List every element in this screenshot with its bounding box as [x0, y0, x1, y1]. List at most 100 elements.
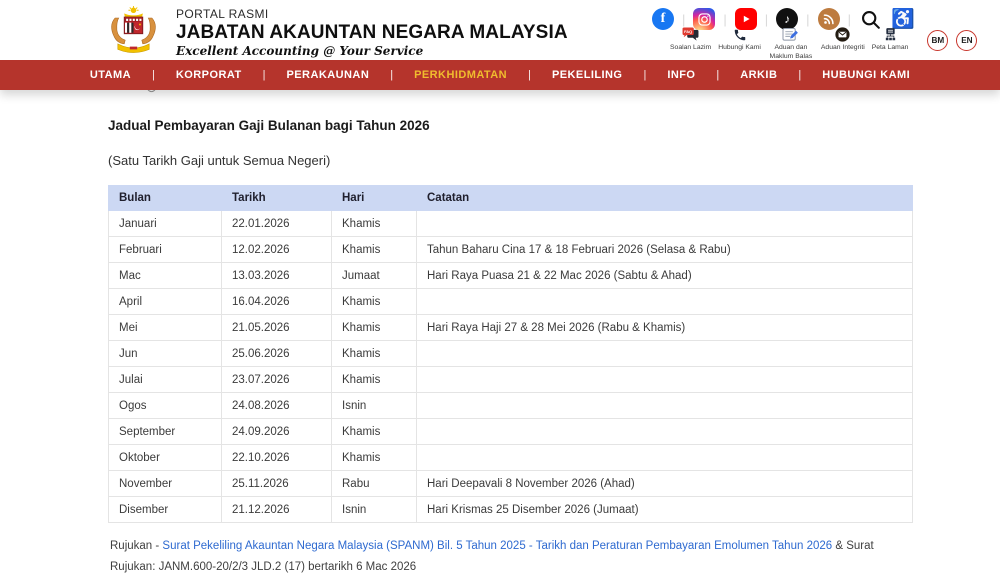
quick-link-peta-laman[interactable]: Peta Laman: [872, 27, 909, 53]
table-cell: [417, 419, 913, 445]
table-row: Disember21.12.2026IsninHari Krismas 25 D…: [109, 497, 913, 523]
table-row: Ogos24.08.2026Isnin: [109, 393, 913, 419]
table-cell: Tahun Baharu Cina 17 & 18 Februari 2026 …: [417, 237, 913, 263]
salary-schedule-table: BulanTarikhHariCatatan Januari22.01.2026…: [108, 185, 913, 523]
table-cell: Januari: [109, 211, 222, 237]
table-cell: Rabu: [332, 471, 417, 497]
table-cell: 23.07.2026: [222, 367, 332, 393]
table-cell: [417, 211, 913, 237]
table-cell: [417, 393, 913, 419]
nav-item-korporat[interactable]: KORPORAT: [155, 69, 263, 81]
table-cell: 16.04.2026: [222, 289, 332, 315]
nav-item-perkhidmatan[interactable]: PERKHIDMATAN: [393, 69, 528, 81]
quick-link-label: Peta Laman: [872, 44, 909, 53]
table-cell: Ogos: [109, 393, 222, 419]
table-cell: Khamis: [332, 419, 417, 445]
sitemap-icon: [883, 27, 898, 42]
brand-block: PORTAL RASMI JABATAN AKAUNTAN NEGARA MAL…: [176, 7, 568, 58]
table-header-bulan: Bulan: [109, 186, 222, 211]
separator: |: [848, 12, 851, 27]
table-cell: 22.01.2026: [222, 211, 332, 237]
table-cell: Khamis: [332, 289, 417, 315]
table-cell: Februari: [109, 237, 222, 263]
table-cell: Julai: [109, 367, 222, 393]
nav-item-arkib[interactable]: ARKIB: [719, 69, 798, 81]
table-cell: Khamis: [332, 211, 417, 237]
table-row: November25.11.2026RabuHari Deepavali 8 N…: [109, 471, 913, 497]
quick-link-soalan-lazim[interactable]: FAQ Soalan Lazim: [670, 27, 711, 53]
table-cell: Khamis: [332, 237, 417, 263]
main-nav: UTAMA|KORPORAT|PERAKAUNAN|PERKHIDMATAN|P…: [0, 60, 1000, 90]
quick-link-aduan-integriti[interactable]: Aduan Integriti: [821, 27, 865, 53]
svg-text:FAQ: FAQ: [684, 29, 692, 34]
quick-link-aduan-dan-maklum-balas[interactable]: Aduan dan Maklum Balas: [768, 27, 814, 62]
table-row: April16.04.2026Khamis: [109, 289, 913, 315]
table-header-row: BulanTarikhHariCatatan: [109, 186, 913, 211]
jata-negara-logo: [105, 6, 162, 54]
table-cell: Mei: [109, 315, 222, 341]
table-row: Februari12.02.2026KhamisTahun Baharu Cin…: [109, 237, 913, 263]
phone-icon: [733, 27, 747, 42]
table-cell: Khamis: [332, 445, 417, 471]
separator: |: [682, 12, 685, 27]
reference-note: Rujukan - Surat Pekeliling Akauntan Nega…: [108, 536, 913, 579]
table-cell: [417, 341, 913, 367]
table-row: Mac13.03.2026JumaatHari Raya Puasa 21 & …: [109, 263, 913, 289]
table-cell: Jun: [109, 341, 222, 367]
language-switcher: BM EN: [927, 30, 977, 51]
table-header-hari: Hari: [332, 186, 417, 211]
table-cell: Khamis: [332, 341, 417, 367]
table-cell: November: [109, 471, 222, 497]
table-cell: Jumaat: [332, 263, 417, 289]
table-cell: 25.11.2026: [222, 471, 332, 497]
table-cell: 13.03.2026: [222, 263, 332, 289]
quick-link-label: Hubungi Kami: [718, 44, 761, 53]
table-row: September24.09.2026Khamis: [109, 419, 913, 445]
table-cell: [417, 367, 913, 393]
quick-link-label: Soalan Lazim: [670, 44, 711, 53]
table-cell: 22.10.2026: [222, 445, 332, 471]
table-cell: Hari Raya Haji 27 & 28 Mei 2026 (Rabu & …: [417, 315, 913, 341]
table-cell: April: [109, 289, 222, 315]
table-cell: September: [109, 419, 222, 445]
table-cell: [417, 445, 913, 471]
table-cell: [417, 289, 913, 315]
table-cell: Disember: [109, 497, 222, 523]
nav-item-pekeliling[interactable]: PEKELILING: [531, 69, 644, 81]
spanm-circular-link[interactable]: Surat Pekeliling Akauntan Negara Malaysi…: [162, 540, 832, 552]
table-cell: Khamis: [332, 315, 417, 341]
portal-label: PORTAL RASMI: [176, 7, 568, 21]
nav-item-hubungi-kami[interactable]: HUBUNGI KAMI: [801, 69, 931, 81]
nav-item-perakaunan[interactable]: PERAKAUNAN: [265, 69, 390, 81]
table-cell: 25.06.2026: [222, 341, 332, 367]
separator: |: [806, 12, 809, 27]
separator: |: [765, 12, 768, 27]
table-cell: 24.09.2026: [222, 419, 332, 445]
table-cell: Hari Krismas 25 Disember 2026 (Jumaat): [417, 497, 913, 523]
table-cell: Khamis: [332, 367, 417, 393]
site-tagline: Excellent Accounting @ Your Service: [176, 44, 568, 58]
quick-link-hubungi-kami[interactable]: Hubungi Kami: [718, 27, 761, 53]
table-row: Januari22.01.2026Khamis: [109, 211, 913, 237]
table-row: Oktober22.10.2026Khamis: [109, 445, 913, 471]
table-header-tarikh: Tarikh: [222, 186, 332, 211]
faq-icon: FAQ: [682, 27, 699, 42]
nav-item-info[interactable]: INFO: [646, 69, 716, 81]
page-title: Jadual Pembayaran Gaji Bulanan bagi Tahu…: [108, 118, 913, 133]
table-header-catatan: Catatan: [417, 186, 913, 211]
nav-item-utama[interactable]: UTAMA: [69, 69, 152, 81]
feedback-form-icon: [782, 27, 799, 42]
lang-bm-button[interactable]: BM: [927, 30, 948, 51]
site-header: PORTAL RASMI JABATAN AKAUNTAN NEGARA MAL…: [0, 0, 1000, 60]
quick-link-label: Aduan Integriti: [821, 44, 865, 53]
table-cell: Mac: [109, 263, 222, 289]
lang-en-button[interactable]: EN: [956, 30, 977, 51]
table-cell: Oktober: [109, 445, 222, 471]
page-subtitle: (Satu Tarikh Gaji untuk Semua Negeri): [108, 153, 913, 168]
table-cell: Isnin: [332, 497, 417, 523]
table-cell: Hari Raya Puasa 21 & 22 Mac 2026 (Sabtu …: [417, 263, 913, 289]
quick-link-label: Aduan dan Maklum Balas: [768, 44, 814, 62]
table-cell: 21.12.2026: [222, 497, 332, 523]
table-cell: Hari Deepavali 8 November 2026 (Ahad): [417, 471, 913, 497]
table-cell: 12.02.2026: [222, 237, 332, 263]
